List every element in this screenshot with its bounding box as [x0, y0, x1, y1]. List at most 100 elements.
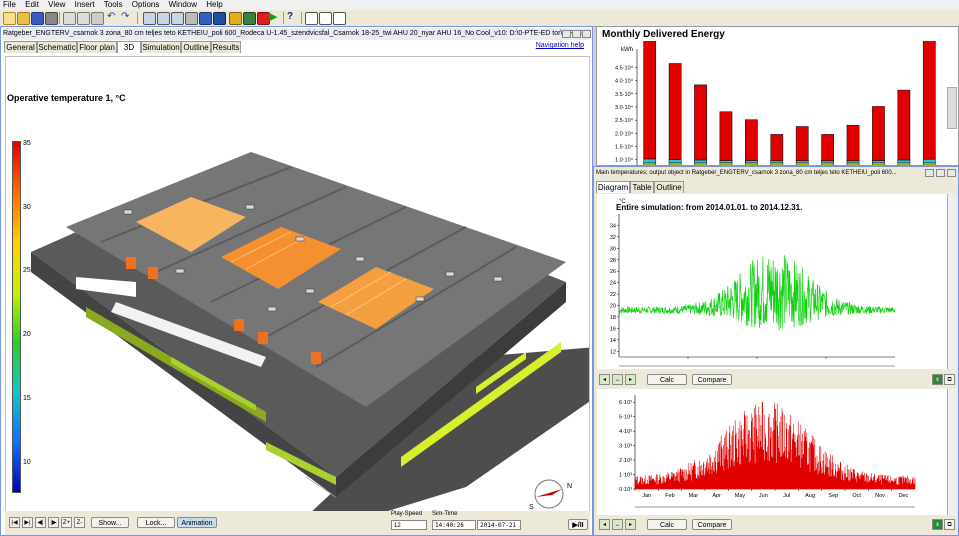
report-icon[interactable]: [185, 12, 198, 25]
tab-outline[interactable]: Outline: [181, 41, 211, 53]
menu-help[interactable]: Help: [206, 0, 222, 10]
tile-icon[interactable]: [319, 12, 332, 25]
building-icon[interactable]: [143, 12, 156, 25]
bar: [668, 63, 682, 160]
menu-file[interactable]: File: [3, 0, 16, 10]
zone-icon[interactable]: [157, 12, 170, 25]
close-icon[interactable]: [582, 30, 591, 38]
colorbar-tick: 35: [23, 140, 31, 147]
menu-window[interactable]: Window: [169, 0, 197, 10]
zoom-out-button[interactable]: Z-: [74, 517, 85, 528]
window-title: Main temperatures; output object in Ratg…: [596, 170, 897, 176]
chart-icon[interactable]: [199, 12, 212, 25]
sim-time-input[interactable]: 14:40:26: [432, 520, 476, 530]
sim-date-input[interactable]: 2014-07-21: [477, 520, 521, 530]
save-icon[interactable]: [31, 12, 44, 25]
bar: [897, 159, 911, 164]
last-icon[interactable]: ▸: [625, 519, 636, 530]
temp-chart-scrollbar[interactable]: [947, 194, 957, 369]
window-title: Ratgeber_ENGTERV_csarnok 3 zona_80 cm te…: [3, 28, 590, 40]
month-label: May: [735, 493, 746, 499]
tab-diagram[interactable]: Diagram: [596, 181, 630, 193]
y-tick-label: 16: [610, 326, 616, 332]
bar: [846, 124, 860, 162]
goto-end-button[interactable]: ▶|: [22, 517, 33, 528]
first-icon[interactable]: ◂: [599, 519, 610, 530]
solar-chart-scrollbar[interactable]: [947, 389, 957, 515]
show-button[interactable]: Show...: [91, 517, 129, 528]
paste-icon[interactable]: [91, 12, 104, 25]
month-label: Feb: [665, 493, 674, 499]
minimize-icon[interactable]: [925, 169, 934, 177]
copy-icon[interactable]: [77, 12, 90, 25]
fit-icon[interactable]: ↔: [612, 519, 623, 530]
play-pause-button[interactable]: ▶/II: [568, 519, 588, 530]
monthly-scrollbar[interactable]: [947, 87, 957, 129]
menu-edit[interactable]: Edit: [25, 0, 39, 10]
building-3d-render[interactable]: N S: [6, 57, 589, 512]
undo-icon[interactable]: ↶: [107, 12, 118, 23]
first-icon[interactable]: ◂: [599, 374, 610, 385]
last-icon[interactable]: ▸: [625, 374, 636, 385]
building-model-window: Ratgeber_ENGTERV_csarnok 3 zona_80 cm te…: [0, 26, 593, 536]
export-icon[interactable]: x: [932, 374, 943, 385]
menu-view[interactable]: View: [48, 0, 65, 10]
y-tick-label: 14: [610, 338, 616, 344]
tab-table[interactable]: Table: [630, 181, 654, 193]
fit-icon[interactable]: ↔: [612, 374, 623, 385]
month-label: Nov: [875, 493, 885, 499]
redo-icon[interactable]: ↷: [121, 12, 132, 23]
y-tick-label: 12: [610, 349, 616, 355]
month-label: Jun: [759, 493, 768, 499]
calculate-icon[interactable]: [229, 12, 242, 25]
copy-chart-icon[interactable]: ⧉: [944, 519, 955, 530]
goto-start-button[interactable]: |◀: [9, 517, 20, 528]
maximize-icon[interactable]: [572, 30, 581, 38]
tab-schematic[interactable]: Schematic: [37, 41, 77, 53]
tab-general[interactable]: General: [4, 41, 37, 53]
tab-outline[interactable]: Outline: [654, 181, 684, 193]
play-speed-input[interactable]: 12: [391, 520, 427, 530]
run-icon[interactable]: ▶: [269, 12, 280, 23]
menu-tools[interactable]: Tools: [104, 0, 123, 10]
minimize-icon[interactable]: [562, 30, 571, 38]
bar: [745, 162, 758, 165]
zoom-in-button[interactable]: Z+: [61, 517, 72, 528]
close-icon[interactable]: [947, 169, 956, 177]
export-icon[interactable]: x: [932, 519, 943, 530]
tab-results[interactable]: Results: [211, 41, 241, 53]
bar: [694, 159, 707, 164]
compare-button[interactable]: Compare: [692, 374, 732, 385]
calc-button[interactable]: Calc: [647, 519, 687, 530]
menu-options[interactable]: Options: [132, 0, 160, 10]
tab-3d[interactable]: 3D: [117, 41, 141, 53]
monthly-unit-label: kWh: [621, 47, 633, 53]
tab-simulation[interactable]: Simulation: [141, 41, 181, 53]
floor-icon[interactable]: [171, 12, 184, 25]
step-back-button[interactable]: ◀|: [35, 517, 46, 528]
open-folder-icon[interactable]: [17, 12, 30, 25]
cut-icon[interactable]: [63, 12, 76, 25]
calc-button[interactable]: Calc: [647, 374, 687, 385]
bar: [770, 160, 784, 164]
menu-insert[interactable]: Insert: [75, 0, 95, 10]
copy-chart-icon[interactable]: ⧉: [944, 374, 955, 385]
main-temperatures-window: Main temperatures; output object in Ratg…: [593, 166, 959, 536]
compare-button[interactable]: Compare: [692, 519, 732, 530]
3d-viewport[interactable]: N S: [5, 56, 590, 513]
navigation-help-link[interactable]: Navigation help: [536, 42, 584, 49]
animation-button[interactable]: Animation: [177, 517, 217, 528]
temp-chart-title: Entire simulation: from 2014.01.01. to 2…: [616, 203, 802, 212]
cascade-icon[interactable]: [333, 12, 346, 25]
lock-button[interactable]: Lock...: [137, 517, 175, 528]
print-icon[interactable]: [45, 12, 58, 25]
model-icon[interactable]: [243, 12, 256, 25]
step-forward-button[interactable]: |▶: [48, 517, 59, 528]
tab-floor-plan[interactable]: Floor plan: [77, 41, 117, 53]
window-icon[interactable]: [305, 12, 318, 25]
new-file-icon[interactable]: [3, 12, 16, 25]
bar: [719, 111, 733, 161]
table-icon[interactable]: [213, 12, 226, 25]
help-pointer-icon[interactable]: ?: [287, 12, 298, 23]
maximize-icon[interactable]: [936, 169, 945, 177]
